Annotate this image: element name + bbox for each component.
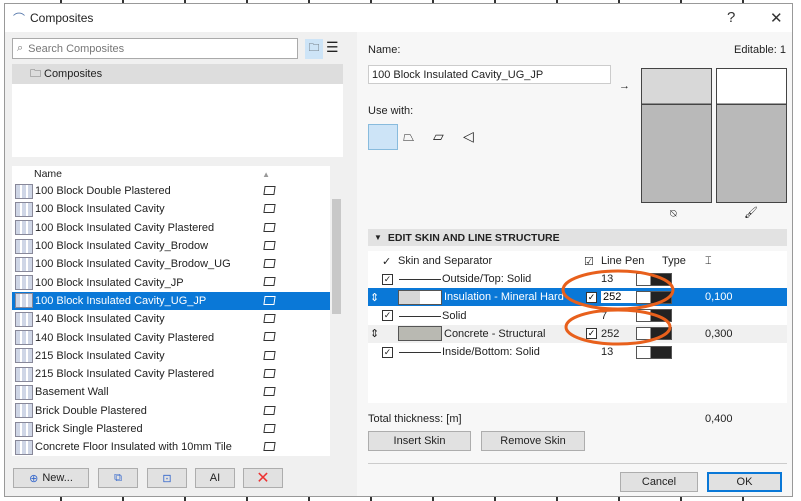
annotation-overlay <box>561 269 675 346</box>
annotation-circle <box>561 269 675 311</box>
annotation-circle <box>564 308 672 346</box>
